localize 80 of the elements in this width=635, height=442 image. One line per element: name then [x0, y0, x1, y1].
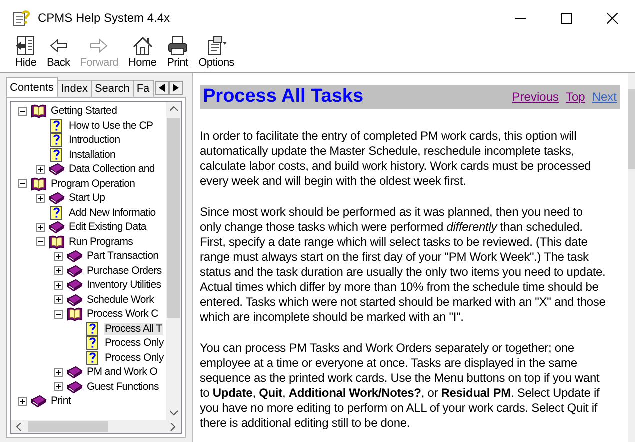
expand-icon[interactable]	[36, 222, 45, 232]
help-page-icon	[85, 322, 101, 336]
vertical-scrollbar[interactable]	[628, 73, 635, 442]
toolbar-button[interactable]: Print	[162, 36, 194, 72]
closed-book-icon	[67, 249, 83, 264]
help-page-icon	[49, 118, 65, 133]
tree-item[interactable]: Process All T	[104, 322, 164, 335]
closed-book-icon	[49, 220, 65, 234]
tree-item[interactable]: Data Collection and	[68, 163, 156, 176]
tree-item[interactable]: Start Up	[68, 192, 106, 204]
paragraph: Since most work should be performed as it was planned, then you need to only change those tasks which were performed differently than scheduled. First, specify a date range which will select tasks to be reviewed. (This date range must always start on the first day of your "PM Work Week".) The task status and the task duration are usually the only two items you need to update. Actual times which differ by more than 10% from the schedule time should be entered. Tasks which were not started should be marked with an "X" and those which are incomplete should be marked with an "I".	[200, 205, 606, 325]
horizontal-scrollbar[interactable]	[11, 420, 181, 433]
paragraph: In order to facilitate the entry of completed PM work cards, this option will automatically update the Master Schedule, reschedule incomplete tasks, calculate labor costs, and build work history. Work cards must be processed every week and will begin with the oldest week first.	[200, 129, 592, 189]
expand-icon[interactable]	[36, 194, 45, 203]
tree-item[interactable]: Add New Informatio	[68, 206, 157, 219]
tree-item[interactable]: How to Use the CP	[68, 120, 154, 132]
help-page-icon	[49, 148, 65, 162]
expand-icon[interactable]	[54, 280, 63, 290]
tree-item[interactable]: Process Work C	[86, 308, 160, 320]
tree-item[interactable]: Edit Existing Data	[68, 221, 148, 234]
scroll-left-button[interactable]	[154, 81, 169, 95]
expand-icon[interactable]	[18, 396, 27, 406]
tree-item[interactable]: Schedule Work	[86, 294, 156, 306]
closed-book-icon	[67, 292, 83, 307]
tree-item[interactable]: Part Transaction	[86, 250, 160, 262]
topic-title: Process All Tasks	[203, 86, 365, 108]
tree-item[interactable]: Program Operation	[50, 178, 136, 190]
toolbar-button[interactable]: Hide	[10, 36, 42, 72]
nav-link[interactable]: Top	[566, 90, 586, 104]
collapse-icon[interactable]	[54, 310, 63, 319]
expand-icon[interactable]	[54, 252, 63, 261]
tab[interactable]: Fa	[132, 80, 154, 97]
left-arrow-icon	[158, 84, 165, 92]
toolbar-button[interactable]: Home	[124, 36, 162, 72]
scroll-right-button[interactable]	[168, 81, 183, 95]
expand-icon[interactable]	[54, 295, 63, 304]
close-icon	[606, 12, 618, 24]
tree-item[interactable]: Getting Started	[50, 105, 118, 118]
tree-item[interactable]: Installation	[68, 148, 117, 161]
expand-icon[interactable]	[54, 382, 63, 392]
collapse-icon[interactable]	[36, 237, 45, 246]
tree-item[interactable]: PM and Work O	[86, 366, 159, 378]
expand-icon[interactable]	[36, 164, 45, 174]
collapse-icon[interactable]	[18, 106, 27, 116]
closed-book-icon	[31, 394, 47, 408]
expand-icon[interactable]	[54, 266, 63, 276]
closed-book-icon	[49, 191, 65, 206]
vertical-scrollbar[interactable]	[166, 102, 181, 420]
right-arrow-icon	[172, 84, 179, 92]
closed-book-icon	[67, 278, 83, 292]
expand-icon[interactable]	[54, 368, 63, 377]
toolbar-button[interactable]: Options	[194, 36, 240, 72]
maximize-icon	[560, 12, 572, 24]
open-book-icon	[49, 234, 65, 249]
toolbar-button[interactable]: Back	[42, 36, 76, 72]
help-page-icon	[49, 133, 65, 148]
tree-item[interactable]: Process Only	[104, 337, 165, 350]
tree-item[interactable]: Process Only	[104, 352, 165, 364]
tree-item[interactable]: Print	[50, 395, 72, 408]
help-page-icon	[85, 350, 101, 365]
window-title: CPMS Help System 4.4x	[38, 11, 172, 25]
paragraph: You can process PM Tasks and Work Orders separately or together; one employee at a time or everyone at once. Tasks are displayed in the same sequence as the printed work cards. Use the Menu buttons on top if you want to Update, Quit, Additional Work/Notes?, or Residual PM. Select Update if you have no more editing to perform on ALL of your work cards. Select Quit if there is additional editing still to be done.	[200, 341, 601, 431]
tree-item[interactable]: Run Programs	[68, 236, 134, 248]
tree-item[interactable]: Introduction	[68, 134, 122, 146]
collapse-icon[interactable]	[18, 179, 27, 188]
tab[interactable]: Contents	[6, 77, 58, 97]
open-book-icon	[31, 176, 47, 191]
closed-book-icon	[67, 264, 83, 278]
help-app-icon	[13, 9, 31, 27]
open-book-icon	[31, 104, 47, 118]
tree-item[interactable]: Purchase Orders	[86, 264, 163, 277]
nav-link[interactable]: Previous	[512, 90, 559, 104]
closed-book-icon	[49, 162, 65, 176]
closed-book-icon	[67, 365, 83, 380]
tree-item[interactable]: Guest Functions	[86, 380, 160, 393]
help-page-icon	[85, 336, 101, 350]
closed-book-icon	[67, 380, 83, 394]
open-book-icon	[67, 307, 83, 322]
help-page-icon	[49, 206, 65, 220]
tree-item[interactable]: Inventory Utilities	[86, 279, 162, 292]
